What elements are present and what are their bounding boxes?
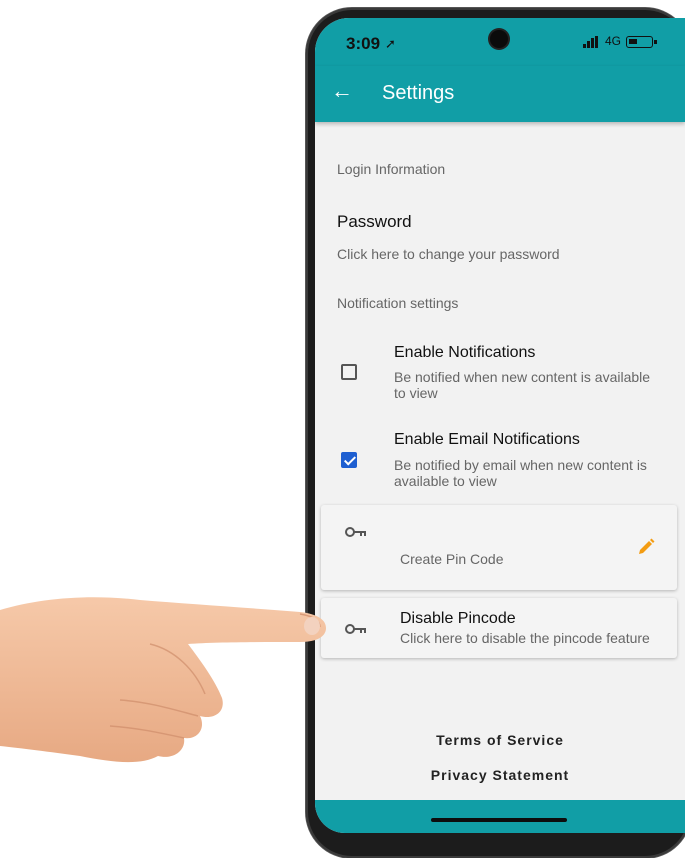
signal-icon <box>583 36 599 48</box>
disable-pincode-card[interactable]: Disable Pincode Click here to disable th… <box>321 598 677 658</box>
password-title[interactable]: Password <box>337 212 412 232</box>
front-camera <box>490 30 508 48</box>
disable-pincode-subtitle: Click here to disable the pincode featur… <box>400 630 650 646</box>
privacy-statement-link[interactable]: Privacy Statement <box>315 767 685 783</box>
page-title: Settings <box>382 82 455 104</box>
enable-email-notifications-description: Be notified by email when new content is… <box>394 457 647 489</box>
status-time: 3:09 <box>346 34 381 53</box>
phone-screen: 3:09 ➚ 4G ← Settings Login Information P… <box>315 18 685 833</box>
disable-pincode-title: Disable Pincode <box>400 610 516 627</box>
location-arrow-icon: ➚ <box>385 36 396 51</box>
key-icon <box>345 527 367 537</box>
key-icon <box>345 624 367 634</box>
enable-email-notifications-checkbox[interactable] <box>341 452 357 468</box>
enable-notifications-title: Enable Notifications <box>394 344 536 361</box>
enable-notifications-description: Be notified when new content is availabl… <box>394 369 651 401</box>
password-subtitle[interactable]: Click here to change your password <box>337 246 560 262</box>
app-bar: ← Settings <box>315 66 685 122</box>
arrow-left-icon[interactable]: ← <box>331 80 353 102</box>
battery-icon <box>626 36 657 48</box>
status-bar: 3:09 ➚ 4G <box>315 18 685 66</box>
terms-of-service-link[interactable]: Terms of Service <box>315 732 685 748</box>
create-pin-card[interactable]: Create Pin Code <box>321 505 677 590</box>
section-login-information: Login Information <box>337 161 446 177</box>
network-type: 4G <box>605 34 622 48</box>
pointing-hand-image <box>0 597 326 763</box>
section-notification-settings: Notification settings <box>337 295 459 311</box>
enable-notifications-checkbox[interactable] <box>341 364 357 380</box>
create-pin-subtitle: Create Pin Code <box>400 551 504 567</box>
enable-email-notifications-title: Enable Email Notifications <box>394 431 580 448</box>
bottom-bar <box>315 800 685 833</box>
pencil-icon[interactable] <box>637 538 655 556</box>
home-indicator[interactable] <box>431 818 567 822</box>
